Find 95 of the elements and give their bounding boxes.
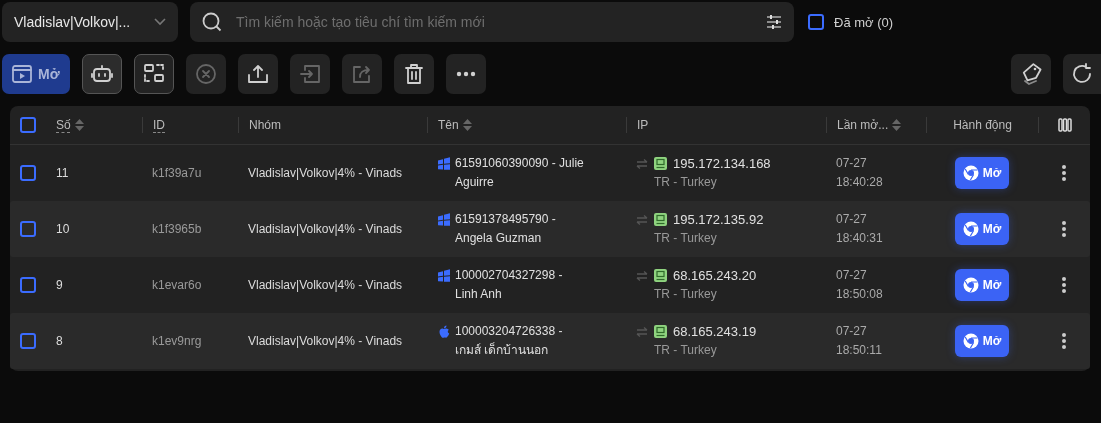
last-opened-time: 07-27 18:40:28 bbox=[835, 155, 884, 191]
column-header[interactable]: IP bbox=[637, 118, 649, 132]
profile-id: k1f39a7u bbox=[152, 166, 202, 180]
profile-name: 100003204726338 - เกมส์ เด็กบ้านนอก bbox=[455, 323, 563, 359]
trash-icon bbox=[403, 63, 424, 85]
profile-name: 61591060390090 - Julie Aguirre bbox=[455, 155, 584, 191]
group-name: Vladislav|Volkov|4% - Vinads bbox=[248, 278, 403, 292]
open-button[interactable]: Mở bbox=[955, 325, 1009, 357]
search-bar[interactable]: Tìm kiếm hoặc tạo tiêu chí tìm kiếm mới bbox=[190, 2, 794, 42]
close-icon bbox=[194, 63, 217, 85]
row-checkbox[interactable] bbox=[20, 165, 36, 181]
trash-button[interactable] bbox=[393, 54, 434, 94]
column-header[interactable]: Nhóm bbox=[249, 118, 281, 132]
browser-window-icon bbox=[12, 65, 32, 83]
proxy-icon bbox=[654, 269, 667, 282]
ip-address: 195.172.135.92 bbox=[673, 211, 764, 229]
row-checkbox[interactable] bbox=[20, 277, 36, 293]
last-opened-time: 07-27 18:50:11 bbox=[835, 323, 883, 359]
chevron-down-icon bbox=[154, 18, 166, 26]
row-number: 10 bbox=[56, 222, 70, 236]
group-select[interactable]: Vladislav|Volkov|... bbox=[2, 2, 178, 42]
browser-icon bbox=[962, 221, 979, 237]
profile-id: k1f3965b bbox=[152, 222, 202, 236]
upload-icon bbox=[246, 64, 269, 84]
robot-icon bbox=[90, 65, 113, 83]
tag-icon bbox=[1020, 62, 1042, 86]
proxy-icon bbox=[654, 157, 667, 170]
column-header[interactable]: Lần mở... bbox=[837, 118, 889, 132]
ip-address: 68.165.243.20 bbox=[673, 267, 757, 285]
row-number: 11 bbox=[56, 166, 69, 180]
group-name: Vladislav|Volkov|4% - Vinads bbox=[248, 334, 403, 348]
swap-icon bbox=[636, 271, 648, 281]
last-opened-time: 07-27 18:40:31 bbox=[835, 211, 884, 247]
open-button[interactable]: Mở bbox=[2, 54, 70, 94]
ip-location: TR - Turkey bbox=[654, 174, 718, 191]
column-header[interactable]: Hành động bbox=[953, 118, 1012, 132]
apple-icon bbox=[437, 325, 450, 339]
windows-icon bbox=[437, 213, 450, 227]
switch-windows-icon bbox=[142, 63, 165, 85]
swap-icon bbox=[636, 327, 648, 337]
more-vertical-icon[interactable] bbox=[1061, 332, 1067, 350]
refresh-icon bbox=[1071, 63, 1093, 85]
more-vertical-icon[interactable] bbox=[1061, 220, 1067, 238]
swap-icon bbox=[636, 215, 648, 225]
proxy-icon bbox=[654, 213, 667, 226]
last-opened-time: 07-27 18:50:08 bbox=[835, 267, 884, 303]
open-button[interactable]: Mở bbox=[955, 157, 1009, 189]
open-button[interactable]: Mở bbox=[955, 269, 1009, 301]
browser-icon bbox=[962, 333, 979, 349]
import-icon bbox=[298, 64, 321, 84]
row-number: 8 bbox=[56, 334, 63, 348]
ip-address: 195.172.134.168 bbox=[673, 155, 771, 173]
profile-id: k1evar6o bbox=[152, 278, 202, 292]
proxy-icon bbox=[654, 325, 667, 338]
refresh-button[interactable] bbox=[1063, 54, 1101, 94]
ip-location: TR - Turkey bbox=[654, 342, 718, 359]
ip-address: 68.165.243.19 bbox=[673, 323, 757, 341]
profile-name: 100002704327298 - Linh Anh bbox=[455, 267, 563, 303]
search-field[interactable]: Tìm kiếm hoặc tạo tiêu chí tìm kiếm mới bbox=[234, 13, 754, 31]
row-number: 9 bbox=[56, 278, 63, 292]
sort-icon[interactable] bbox=[462, 119, 472, 131]
robot-button[interactable] bbox=[81, 54, 122, 94]
more-icon bbox=[455, 71, 476, 77]
select-all-checkbox[interactable] bbox=[20, 117, 36, 133]
ip-location: TR - Turkey bbox=[654, 286, 718, 303]
more-vertical-icon[interactable] bbox=[1061, 276, 1067, 294]
group-name: Vladislav|Volkov|4% - Vinads bbox=[248, 222, 403, 236]
swap-icon bbox=[636, 159, 648, 169]
browser-icon bbox=[962, 165, 979, 181]
ip-location: TR - Turkey bbox=[654, 230, 718, 247]
sort-icon[interactable] bbox=[74, 119, 84, 131]
checkbox-label: Đã mở (0) bbox=[834, 14, 894, 30]
more-vertical-icon[interactable] bbox=[1061, 164, 1067, 182]
open-button[interactable]: Mở bbox=[955, 213, 1009, 245]
switch-windows-button[interactable] bbox=[133, 54, 174, 94]
browser-icon bbox=[962, 277, 979, 293]
search-icon bbox=[202, 12, 222, 32]
windows-icon bbox=[437, 269, 450, 283]
checkbox[interactable] bbox=[808, 14, 824, 30]
column-settings-icon[interactable] bbox=[1057, 118, 1072, 132]
row-checkbox[interactable] bbox=[20, 333, 36, 349]
column-header[interactable]: Tên bbox=[438, 118, 459, 132]
filter-settings-icon[interactable] bbox=[766, 15, 782, 29]
share-icon bbox=[350, 64, 373, 84]
sort-icon[interactable] bbox=[892, 119, 902, 131]
more-button[interactable] bbox=[445, 54, 486, 94]
column-header[interactable]: ID bbox=[153, 118, 165, 132]
windows-icon bbox=[437, 157, 450, 171]
row-checkbox[interactable] bbox=[20, 221, 36, 237]
group-name: Vladislav|Volkov|4% - Vinads bbox=[248, 166, 403, 180]
tag-button[interactable] bbox=[1011, 54, 1051, 94]
profile-name: 61591378495790 - Angela Guzman bbox=[455, 211, 556, 247]
upload-button[interactable] bbox=[237, 54, 278, 94]
column-header[interactable]: Số bbox=[56, 118, 71, 132]
profile-id: k1ev9nrg bbox=[152, 334, 202, 348]
